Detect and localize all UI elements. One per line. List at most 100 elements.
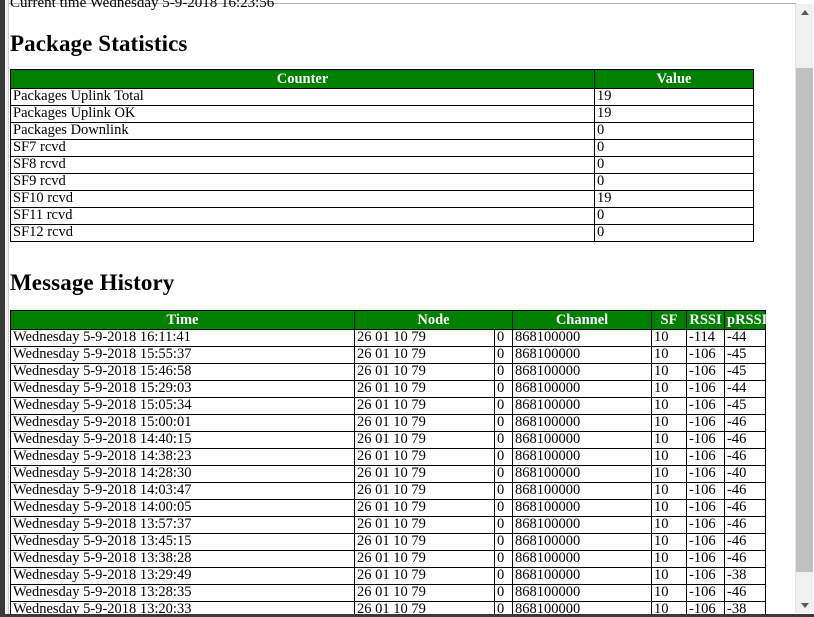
cell-time: Wednesday 5-9-2018 16:11:41 xyxy=(10,329,355,347)
cell-value: 19 xyxy=(594,190,754,208)
table-header-row: Counter Value xyxy=(10,69,754,89)
document-body: Current time Wednesday 5-9-2018 16:23:56… xyxy=(9,0,796,617)
cell-node: 26 01 10 79 xyxy=(354,567,495,585)
cell-prssi: -46 xyxy=(724,499,767,517)
table-row: Wednesday 5-9-2018 13:45:15 26 01 10 79 0 8… xyxy=(10,533,767,551)
cell-prssi: -46 xyxy=(724,550,767,568)
column-header-value: Value xyxy=(594,69,754,89)
cell-sf: 10 xyxy=(651,329,688,347)
cell-node-port: 0 xyxy=(493,380,514,398)
table-row: Packages Uplink OK 19 xyxy=(10,105,754,123)
table-row: Wednesday 5-9-2018 14:38:23 26 01 10 79 0 8… xyxy=(10,448,767,466)
cell-node-port: 0 xyxy=(493,397,514,415)
cell-sf: 10 xyxy=(651,465,688,483)
cell-node: 26 01 10 79 xyxy=(354,516,495,534)
cell-value: 0 xyxy=(594,156,754,174)
cell-prssi: -45 xyxy=(724,346,767,364)
cell-rssi: -106 xyxy=(686,550,726,568)
cell-node: 26 01 10 79 xyxy=(354,448,495,466)
table-row: Wednesday 5-9-2018 15:29:03 26 01 10 79 0 8… xyxy=(10,380,767,398)
table-row: Wednesday 5-9-2018 15:46:58 26 01 10 79 0 8… xyxy=(10,363,767,381)
cell-node-port: 0 xyxy=(493,550,514,568)
cell-channel: 868100000 xyxy=(512,397,653,415)
cell-time: Wednesday 5-9-2018 13:57:37 xyxy=(10,516,355,534)
cell-counter: SF12 rcvd xyxy=(10,224,595,242)
cell-rssi: -106 xyxy=(686,414,726,432)
cell-counter: SF8 rcvd xyxy=(10,156,595,174)
cell-value: 0 xyxy=(594,173,754,191)
cell-counter: SF9 rcvd xyxy=(10,173,595,191)
table-row: SF12 rcvd 0 xyxy=(10,224,754,242)
cell-channel: 868100000 xyxy=(512,346,653,364)
cell-value: 0 xyxy=(594,224,754,242)
cell-time: Wednesday 5-9-2018 13:28:35 xyxy=(10,584,355,602)
cell-node-port: 0 xyxy=(493,414,514,432)
cell-node-port: 0 xyxy=(493,431,514,449)
scrollbar-thumb[interactable] xyxy=(796,68,813,572)
cell-sf: 10 xyxy=(651,397,688,415)
cell-rssi: -106 xyxy=(686,431,726,449)
scroll-down-button[interactable] xyxy=(796,596,813,613)
cell-sf: 10 xyxy=(651,533,688,551)
cell-channel: 868100000 xyxy=(512,482,653,500)
cell-prssi: -38 xyxy=(724,567,767,585)
column-header-sf: SF xyxy=(651,310,688,330)
table-row: SF9 rcvd 0 xyxy=(10,173,754,191)
cell-prssi: -46 xyxy=(724,431,767,449)
cell-time: Wednesday 5-9-2018 15:29:03 xyxy=(10,380,355,398)
cell-node-port: 0 xyxy=(493,584,514,602)
column-header-time: Time xyxy=(10,310,355,330)
message-history-body: Wednesday 5-9-2018 16:11:41 26 01 10 79 0 8… xyxy=(10,329,767,617)
cell-counter: SF11 rcvd xyxy=(10,207,595,225)
cell-sf: 10 xyxy=(651,482,688,500)
cell-rssi: -106 xyxy=(686,499,726,517)
cell-channel: 868100000 xyxy=(512,431,653,449)
cell-rssi: -106 xyxy=(686,567,726,585)
cell-node: 26 01 10 79 xyxy=(354,397,495,415)
package-statistics-body: Packages Uplink Total 19 Packages Uplink O… xyxy=(10,88,754,242)
table-row: Wednesday 5-9-2018 13:38:28 26 01 10 79 0 8… xyxy=(10,550,767,568)
cell-node-port: 0 xyxy=(493,567,514,585)
cell-node: 26 01 10 79 xyxy=(354,414,495,432)
cell-node-port: 0 xyxy=(493,499,514,517)
cell-time: Wednesday 5-9-2018 14:00:05 xyxy=(10,499,355,517)
cell-node: 26 01 10 79 xyxy=(354,465,495,483)
table-row: SF11 rcvd 0 xyxy=(10,207,754,225)
cell-node: 26 01 10 79 xyxy=(354,329,495,347)
cell-time: Wednesday 5-9-2018 14:03:47 xyxy=(10,482,355,500)
cell-sf: 10 xyxy=(651,499,688,517)
cell-prssi: -46 xyxy=(724,516,767,534)
cell-rssi: -114 xyxy=(686,329,726,347)
cell-node: 26 01 10 79 xyxy=(354,499,495,517)
table-row: Packages Uplink Total 19 xyxy=(10,88,754,106)
cell-prssi: -46 xyxy=(724,448,767,466)
cell-node-port: 0 xyxy=(493,363,514,381)
table-row: Wednesday 5-9-2018 14:00:05 26 01 10 79 0 8… xyxy=(10,499,767,517)
cell-sf: 10 xyxy=(651,567,688,585)
table-row: Wednesday 5-9-2018 15:00:01 26 01 10 79 0 8… xyxy=(10,414,767,432)
cell-node-port: 0 xyxy=(493,516,514,534)
cell-time: Wednesday 5-9-2018 14:40:15 xyxy=(10,431,355,449)
cell-prssi: -46 xyxy=(724,414,767,432)
cell-node-port: 0 xyxy=(493,346,514,364)
cell-node: 26 01 10 79 xyxy=(354,584,495,602)
cell-rssi: -106 xyxy=(686,363,726,381)
cell-node: 26 01 10 79 xyxy=(354,533,495,551)
scrollbar-track-upper[interactable] xyxy=(796,21,813,68)
table-row: Wednesday 5-9-2018 15:55:37 26 01 10 79 0 8… xyxy=(10,346,767,364)
cell-prssi: -46 xyxy=(724,584,767,602)
table-row: Wednesday 5-9-2018 14:40:15 26 01 10 79 0 8… xyxy=(10,431,767,449)
cell-rssi: -106 xyxy=(686,380,726,398)
scroll-up-button[interactable] xyxy=(796,4,813,21)
cell-counter: Packages Uplink OK xyxy=(10,105,595,123)
cell-sf: 10 xyxy=(651,431,688,449)
cell-rssi: -106 xyxy=(686,533,726,551)
cell-sf: 10 xyxy=(651,584,688,602)
vertical-scrollbar[interactable] xyxy=(795,4,813,613)
message-history-heading: Message History xyxy=(10,270,175,295)
cell-time: Wednesday 5-9-2018 14:28:30 xyxy=(10,465,355,483)
cell-rssi: -106 xyxy=(686,346,726,364)
column-header-node: Node xyxy=(353,310,514,330)
package-statistics-heading: Package Statistics xyxy=(10,31,188,56)
cell-node-port: 0 xyxy=(493,533,514,551)
